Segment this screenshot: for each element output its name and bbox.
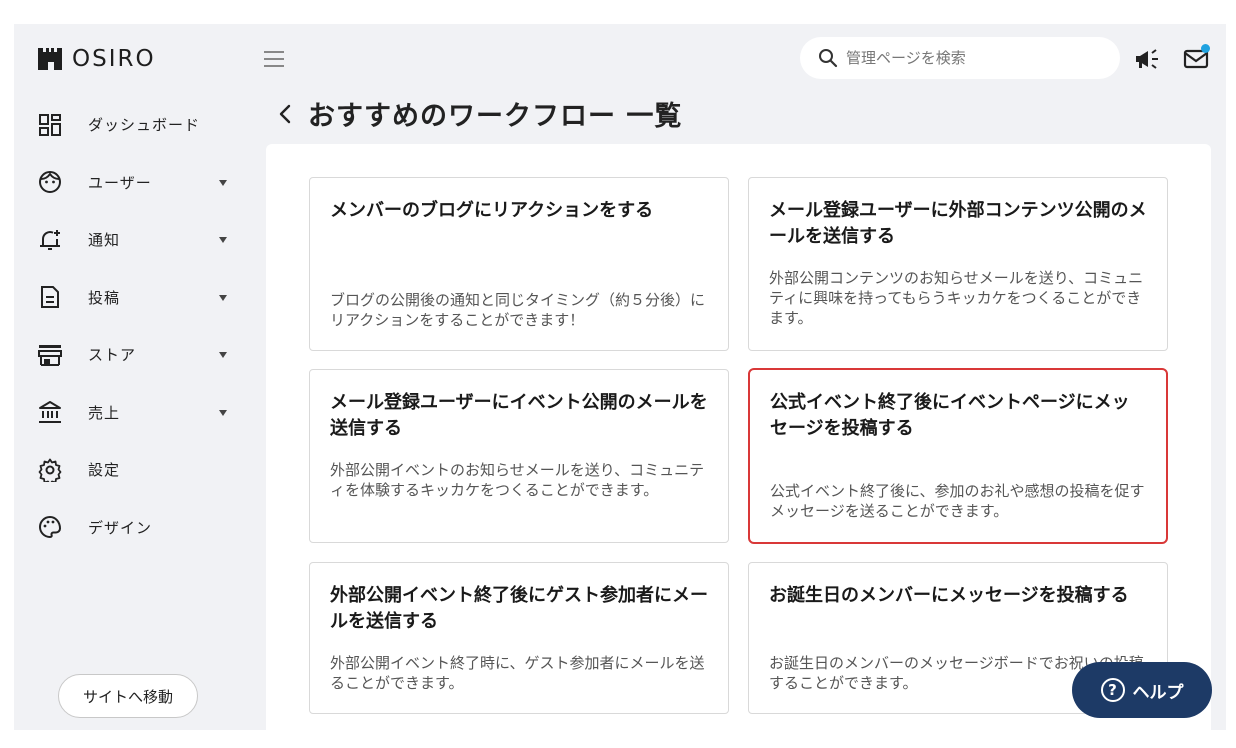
palette-icon [38, 515, 62, 539]
search-bar[interactable] [800, 37, 1120, 79]
workflow-card-description: 外部公開コンテンツのお知らせメールを送り、コミュニティに興味を持ってもらうキッカ… [769, 269, 1144, 327]
document-icon [38, 285, 62, 309]
workflow-card-title: メール登録ユーザーにイベント公開のメールを送信する [330, 392, 708, 439]
sidebar-item-store[interactable]: ストア [14, 326, 254, 384]
notification-dot [1201, 44, 1210, 53]
workflow-list: メンバーのブログにリアクションをする ブログの公開後の通知と同じタイミング（約５… [266, 144, 1211, 730]
store-icon [38, 343, 62, 367]
workflow-card-title: メール登録ユーザーに外部コンテンツ公開のメールを送信する [769, 200, 1147, 247]
castle-logo-icon [38, 48, 62, 70]
workflow-card-description: 公式イベント終了後に、参加のお礼や感想の投稿を促すメッセージを送ることができます… [770, 482, 1145, 520]
bank-icon [38, 400, 62, 424]
workflow-card-description: 外部公開イベント終了時に、ゲスト参加者にメールを送ることができます。 [330, 654, 705, 692]
sidebar-item-label: 投稿 [88, 288, 121, 307]
sidebar-item-dashboard[interactable]: ダッシュボード [14, 96, 254, 154]
workflow-card-description: 外部公開イベントのお知らせメールを送り、コミュニティを体験するキッカケをつくるこ… [330, 461, 705, 499]
logo[interactable]: OSIRO [38, 44, 156, 74]
sidebar-item-users[interactable]: ユーザー [14, 154, 254, 212]
question-circle-icon: ? [1100, 678, 1125, 702]
help-label: ヘルプ [1132, 682, 1184, 703]
sidebar-item-label: 通知 [88, 231, 121, 250]
menu-icon[interactable] [262, 48, 286, 70]
bell-icon [38, 228, 62, 252]
brand-name: OSIRO [72, 46, 156, 72]
workflow-card-selected[interactable]: 公式イベント終了後にイベントページにメッセージを投稿する 公式イベント終了後に、… [748, 368, 1168, 544]
caret-down-icon [219, 352, 227, 358]
workflow-card[interactable]: メンバーのブログにリアクションをする ブログの公開後の通知と同じタイミング（約５… [309, 177, 729, 351]
workflow-card[interactable]: 外部公開イベント終了後にゲスト参加者にメールを送信する 外部公開イベント終了時に… [309, 562, 729, 714]
sidebar-item-posts[interactable]: 投稿 [14, 269, 254, 327]
dashboard-icon [38, 113, 62, 137]
sidebar-item-design[interactable]: デザイン [14, 499, 254, 557]
sidebar-item-label: 売上 [88, 403, 121, 422]
app-frame: OSIRO ダッシュボード [14, 24, 1226, 730]
caret-down-icon [219, 237, 227, 243]
search-icon [819, 49, 838, 68]
caret-down-icon [219, 179, 227, 186]
workflow-card[interactable]: メール登録ユーザーにイベント公開のメールを送信する 外部公開イベントのお知らせメ… [309, 369, 729, 543]
gear-icon [38, 458, 62, 482]
sidebar-item-sales[interactable]: 売上 [14, 384, 254, 442]
sidebar: ダッシュボード ユーザー 通知 投稿 ストア 売上 設定 デザイン [14, 96, 254, 556]
user-face-icon [38, 170, 62, 194]
help-button[interactable]: ? ヘルプ [1072, 662, 1212, 718]
caret-down-icon [219, 294, 227, 301]
megaphone-icon[interactable] [1134, 48, 1160, 70]
workflow-card-description: ブログの公開後の通知と同じタイミング（約５分後）にリアクションをすることができま… [330, 291, 706, 329]
sidebar-item-label: ストア [88, 346, 137, 365]
sidebar-item-label: ダッシュボード [88, 116, 201, 135]
workflow-card-title: 外部公開イベント終了後にゲスト参加者にメールを送信する [330, 585, 708, 632]
sidebar-item-label: 設定 [88, 461, 121, 480]
workflow-card-title: お誕生日のメンバーにメッセージを投稿する [769, 585, 1129, 606]
sidebar-item-notifications[interactable]: 通知 [14, 211, 254, 269]
chevron-left-icon[interactable] [276, 103, 294, 125]
page-header: おすすめのワークフロー 一覧 [276, 94, 682, 133]
search-input[interactable] [846, 49, 1096, 67]
caret-down-icon [219, 409, 227, 416]
page-title: おすすめのワークフロー 一覧 [308, 101, 683, 132]
sidebar-item-label: ユーザー [88, 173, 152, 192]
mail-button[interactable] [1182, 44, 1212, 72]
sidebar-item-settings[interactable]: 設定 [14, 441, 254, 499]
sidebar-item-label: デザイン [88, 518, 153, 537]
go-to-site-button[interactable]: サイトへ移動 [58, 674, 198, 718]
workflow-card-title: 公式イベント終了後にイベントページにメッセージを投稿する [770, 392, 1130, 439]
workflow-card-title: メンバーのブログにリアクションをする [330, 200, 654, 221]
workflow-card[interactable]: メール登録ユーザーに外部コンテンツ公開のメールを送信する 外部公開コンテンツのお… [748, 177, 1168, 351]
